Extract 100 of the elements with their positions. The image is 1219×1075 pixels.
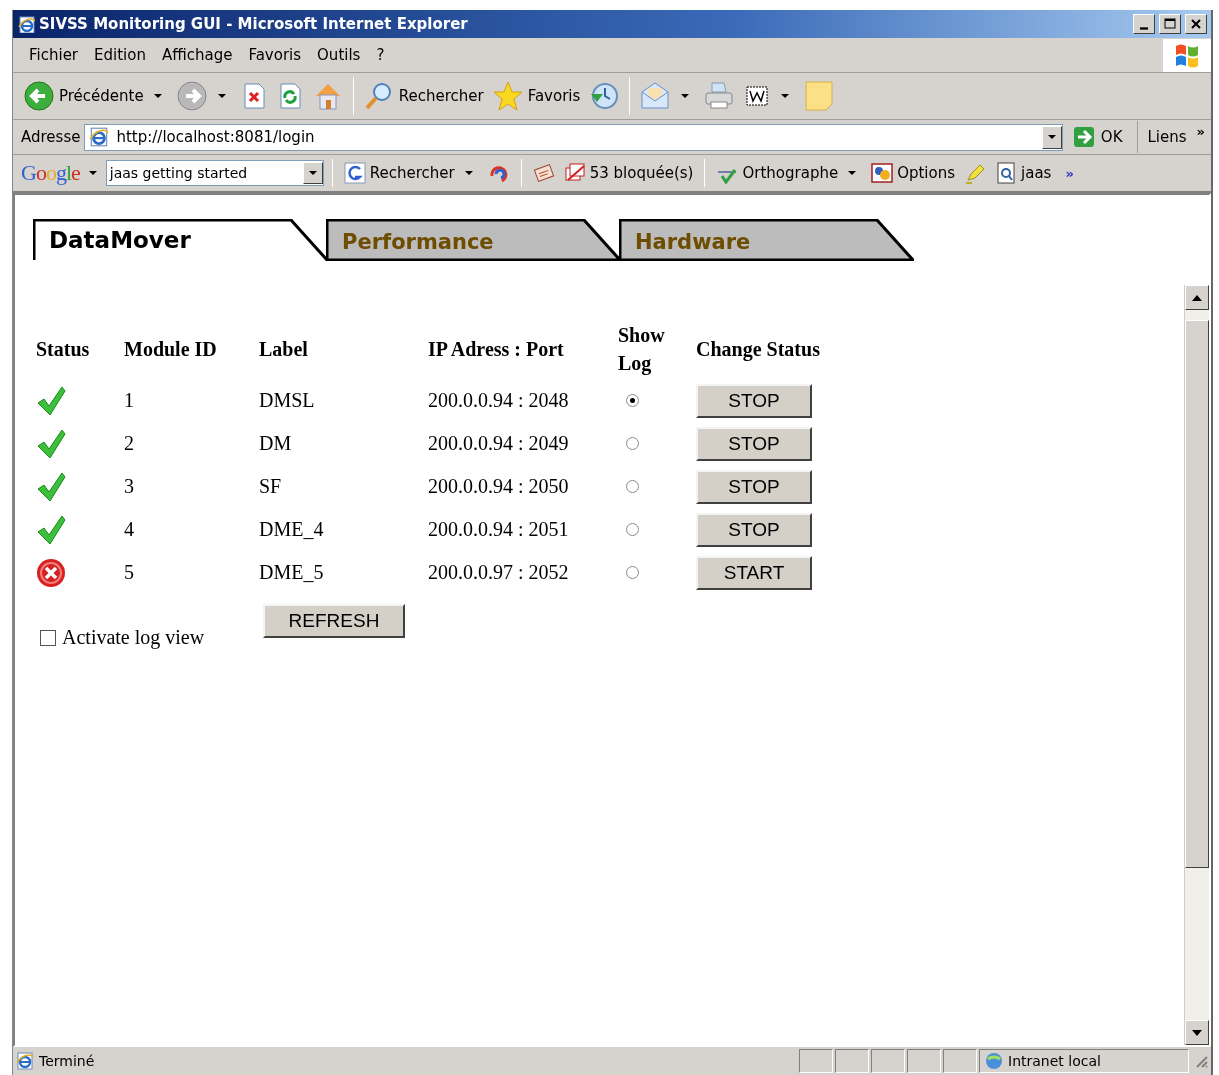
menu-item[interactable]: Affichage	[153, 46, 241, 64]
ip-address: 200.0.0.94 : 2049	[428, 432, 569, 455]
tab[interactable]: DataMover	[33, 219, 328, 261]
show-log-radio[interactable]	[626, 394, 639, 407]
caret-icon[interactable]	[848, 171, 857, 175]
column-header: Status	[36, 337, 90, 362]
chevron-button[interactable]: »	[1196, 123, 1205, 139]
tab[interactable]: Performance	[326, 219, 621, 261]
column-header: Change Status	[696, 337, 820, 363]
status-pane	[871, 1049, 905, 1073]
ip-address: 200.0.0.94 : 2048	[428, 389, 569, 412]
options-button[interactable]: Options	[897, 164, 956, 182]
menu-item[interactable]: Favoris	[240, 46, 310, 64]
column-header: Label	[259, 337, 308, 362]
status-pane	[799, 1049, 833, 1073]
scrollbar[interactable]	[1184, 285, 1209, 1045]
security-zone: Intranet local	[1008, 1053, 1101, 1069]
change-status-button[interactable]: START	[696, 555, 812, 590]
find-icon[interactable]	[995, 162, 1018, 184]
arrow-right-icon	[1072, 126, 1095, 148]
go-button[interactable]: OK	[1066, 121, 1133, 153]
tab[interactable]: Hardware	[619, 219, 914, 261]
show-log-radio[interactable]	[626, 480, 639, 493]
menu-item[interactable]: Fichier	[21, 46, 87, 64]
error-icon	[36, 557, 66, 588]
find-term-button[interactable]: jaas	[1021, 164, 1052, 182]
module-id: 5	[124, 561, 134, 584]
network-icon	[984, 1051, 1004, 1071]
module-id: 4	[124, 518, 134, 541]
caret-icon[interactable]	[781, 94, 790, 98]
module-label: DME_5	[259, 561, 324, 584]
spellcheck-button[interactable]: Orthographe	[742, 164, 839, 182]
minimize-button[interactable]	[1133, 14, 1155, 34]
checkmark-icon	[36, 384, 66, 417]
module-label: DMSL	[259, 389, 315, 412]
window-title: SIVSS Monitoring GUI - Microsoft Internet Explorer	[39, 15, 469, 33]
search-button[interactable]: Rechercher	[398, 87, 484, 105]
popup-blocker-icon[interactable]	[563, 162, 586, 184]
dropdown-button[interactable]	[302, 162, 323, 184]
address-label: Adresse	[21, 128, 81, 146]
close-icon	[1189, 17, 1203, 31]
module-id: 3	[124, 475, 134, 498]
favorites-button[interactable]: Favoris	[527, 87, 581, 105]
module-id: 1	[124, 389, 134, 412]
maximize-icon	[1163, 17, 1177, 31]
chevron-button[interactable]: »	[1065, 165, 1074, 181]
close-button[interactable]	[1185, 14, 1207, 34]
change-status-button[interactable]: STOP	[696, 383, 812, 418]
log-view-checkbox[interactable]	[40, 629, 56, 646]
caret-icon[interactable]	[88, 171, 97, 175]
module-label: DM	[259, 432, 292, 455]
ip-address: 200.0.0.97 : 2052	[428, 561, 569, 584]
caret-icon[interactable]	[217, 94, 226, 98]
checkmark-icon	[36, 427, 66, 460]
change-status-button[interactable]: STOP	[696, 512, 812, 547]
caret-icon[interactable]	[464, 171, 473, 175]
google-logo[interactable]: Google	[21, 160, 80, 186]
change-status-button[interactable]: STOP	[696, 426, 812, 461]
column-header: IP Adress : Port	[428, 337, 564, 362]
checkmark-icon	[36, 513, 66, 546]
minimize-icon	[1140, 26, 1148, 30]
show-log-radio[interactable]	[626, 566, 639, 579]
ip-address: 200.0.0.94 : 2050	[428, 475, 569, 498]
status-text: Terminé	[39, 1053, 95, 1069]
status-pane	[835, 1049, 869, 1073]
blocked-count-button[interactable]: 53 bloquée(s)	[589, 164, 694, 182]
links-button[interactable]: Liens	[1147, 128, 1187, 146]
ip-address: 200.0.0.94 : 2051	[428, 518, 569, 541]
column-header: Module ID	[124, 337, 217, 362]
history-icon[interactable]	[588, 80, 621, 112]
show-log-radio[interactable]	[626, 437, 639, 450]
flag-logo-icon	[1173, 42, 1201, 68]
caret-icon[interactable]	[153, 94, 162, 98]
star-icon[interactable]	[491, 80, 524, 112]
module-id: 2	[124, 432, 134, 455]
address-field[interactable]: http://localhost:8081/login	[84, 123, 1063, 151]
checkmark-icon	[36, 470, 66, 503]
maximize-button[interactable]	[1159, 14, 1181, 34]
printer-icon[interactable]	[703, 80, 736, 112]
back-button[interactable]: Précédente	[59, 87, 144, 105]
status-pane	[907, 1049, 941, 1073]
show-log-radio[interactable]	[626, 523, 639, 536]
module-label: SF	[259, 475, 282, 498]
refresh-button[interactable]: REFRESH	[263, 604, 405, 638]
page-icon	[15, 1051, 35, 1071]
google-search-button[interactable]: Rechercher	[369, 164, 455, 182]
dropdown-button[interactable]	[1041, 125, 1062, 149]
menu-item[interactable]: Edition	[86, 46, 154, 64]
module-label: DME_4	[259, 518, 324, 541]
column-header: Show Log	[618, 323, 666, 377]
browser-icon	[17, 15, 35, 33]
search-query-field[interactable]: jaas getting started	[105, 160, 324, 186]
change-status-button[interactable]: STOP	[696, 469, 812, 504]
page-icon	[88, 126, 111, 148]
google-search-icon[interactable]	[343, 162, 366, 184]
caret-icon[interactable]	[681, 94, 690, 98]
menu-item[interactable]: Outils	[309, 46, 369, 64]
checkbox-label: Activate log view	[62, 626, 205, 649]
menu-item[interactable]: ?	[368, 46, 393, 64]
options-icon[interactable]	[871, 162, 894, 184]
